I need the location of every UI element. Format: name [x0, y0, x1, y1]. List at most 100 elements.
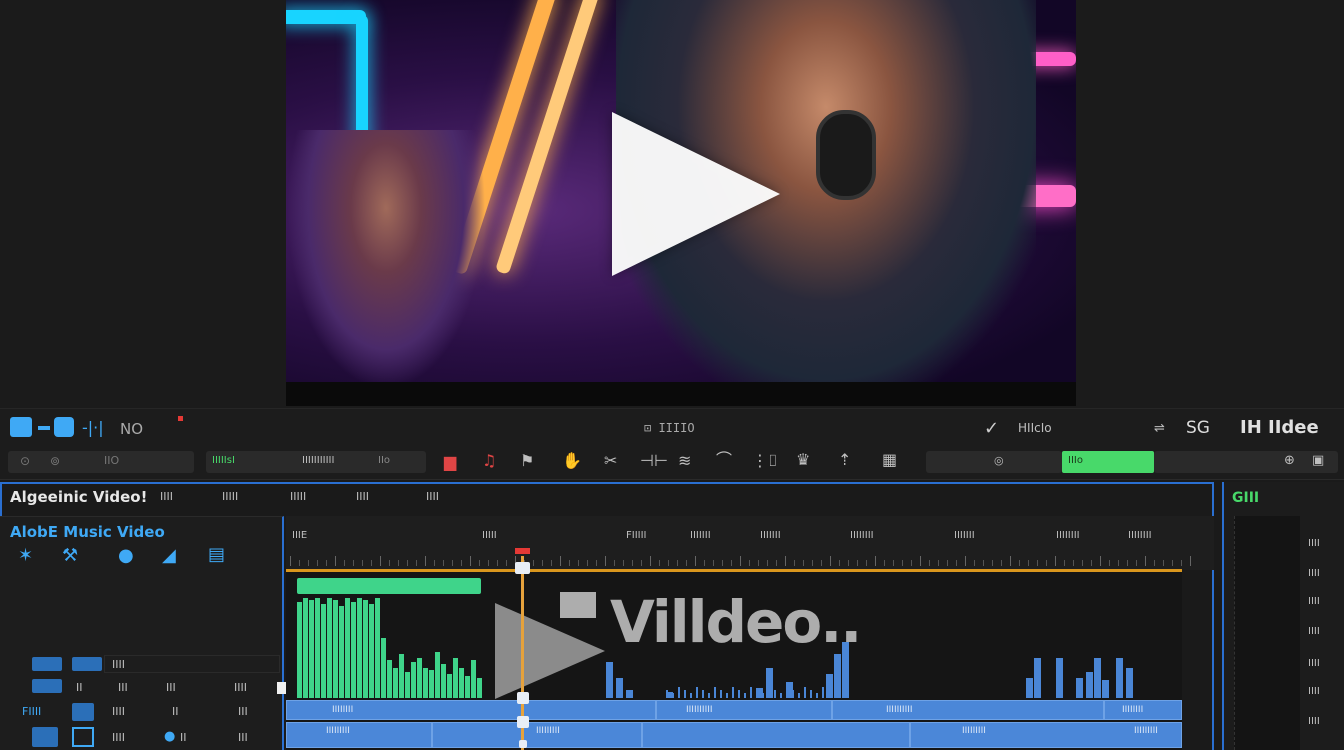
- transport-play-icon[interactable]: [54, 417, 74, 437]
- inspector-item-5[interactable]: IIII: [1308, 658, 1320, 669]
- waveform-bar: [678, 687, 680, 698]
- track-4-button-b[interactable]: [72, 727, 94, 747]
- tab-5[interactable]: IIII: [426, 490, 439, 503]
- video-clip-3[interactable]: [656, 700, 832, 720]
- ruler-tick: [398, 560, 399, 566]
- inspector-item-6[interactable]: IIII: [1308, 686, 1320, 697]
- track-4-button[interactable]: [32, 727, 58, 747]
- track-eye-button[interactable]: [72, 657, 102, 671]
- transport-step-icon[interactable]: -|·|: [82, 420, 104, 436]
- export-label[interactable]: IH IIdee: [1240, 417, 1319, 438]
- ruler-tick: [1028, 560, 1029, 566]
- waveform-bar: [756, 690, 758, 698]
- redo-icon[interactable]: ⊚: [50, 454, 60, 468]
- track-mode-label-3[interactable]: IIo: [378, 455, 390, 466]
- waveform-bar: [744, 693, 746, 698]
- ruler-tick: [713, 560, 714, 566]
- ruler-tick: [605, 556, 606, 566]
- track-row-3-v1: IIII: [112, 705, 125, 718]
- camera-icon[interactable]: ▆: [444, 454, 456, 470]
- waveform-bar: [345, 598, 350, 698]
- audio-clip-3[interactable]: [642, 722, 910, 748]
- eye-icon[interactable]: ◢: [162, 547, 176, 565]
- waveform-bar: [453, 658, 458, 698]
- ruler-tick: [776, 560, 777, 566]
- tool-item-iio[interactable]: IIO: [104, 454, 119, 467]
- arrow-up-icon[interactable]: ⇡: [838, 452, 851, 468]
- track-lock-button[interactable]: [32, 657, 62, 671]
- clip-label-3: IIIIIIIIII: [886, 705, 913, 715]
- waveform-bar: [309, 600, 314, 698]
- ruler-tick: [830, 556, 831, 566]
- inspector-item-3[interactable]: IIII: [1308, 596, 1320, 607]
- ruler-tick: [1190, 556, 1191, 566]
- transport-stop-icon[interactable]: [10, 417, 32, 437]
- track-3-button[interactable]: [72, 703, 94, 721]
- video-clip-2[interactable]: [522, 700, 656, 720]
- split-icon[interactable]: ⊣⊢: [640, 453, 668, 469]
- tool-label-1: HIIcIo: [1018, 421, 1052, 435]
- circle-icon[interactable]: ●: [118, 547, 134, 565]
- waveform-bar: [339, 606, 344, 698]
- hand-icon[interactable]: ✋: [562, 453, 582, 469]
- ruler-tick: [452, 560, 453, 566]
- hammer-icon[interactable]: ⚒: [62, 547, 78, 565]
- track-row-4-v2: II: [180, 731, 187, 744]
- flag-icon[interactable]: ⚑: [520, 453, 534, 469]
- waveform-bar: [1026, 678, 1033, 698]
- marker-icon[interactable]: ⋮⌷: [752, 453, 778, 469]
- undo-icon[interactable]: ⊙: [20, 454, 30, 468]
- playhead-marker-icon[interactable]: [515, 548, 530, 554]
- waveform-bar: [399, 654, 404, 698]
- ruler-tick: [317, 560, 318, 566]
- video-clip-4[interactable]: [832, 700, 1104, 720]
- ruler-tick: [587, 560, 588, 566]
- ruler-tick: [677, 560, 678, 566]
- track-row-4-v3: III: [238, 731, 248, 744]
- scrubber-dot-icon[interactable]: ◎: [994, 454, 1004, 467]
- tab-1[interactable]: IIII: [160, 490, 173, 503]
- playhead-handle-top[interactable]: [515, 562, 530, 574]
- tab-2[interactable]: IIIII: [222, 490, 238, 503]
- waveform-icon[interactable]: ≋: [678, 453, 691, 469]
- checkmark-icon[interactable]: ✓: [984, 418, 999, 439]
- video-clip-1[interactable]: [286, 700, 522, 720]
- track-mode-label-2[interactable]: IIIIIIIIIII: [302, 455, 334, 466]
- link-icon[interactable]: ⇌: [1154, 421, 1165, 436]
- waveform-bar: [792, 690, 794, 698]
- ruler-tick: [542, 560, 543, 566]
- tab-3[interactable]: IIIII: [290, 490, 306, 503]
- inspector-item-7[interactable]: IIII: [1308, 716, 1320, 727]
- track-row-4-dot[interactable]: ●: [164, 729, 175, 744]
- playhead-handle-mid[interactable]: [517, 692, 529, 704]
- grid-icon[interactable]: ▦: [882, 452, 897, 468]
- playhead-handle-bottom[interactable]: [517, 716, 529, 728]
- inspector-item-4[interactable]: IIII: [1308, 626, 1320, 637]
- curve-icon[interactable]: ⌒: [716, 452, 732, 468]
- ruler-label-4: IIIIIII: [690, 530, 711, 541]
- ruler-tick: [1037, 560, 1038, 566]
- crown-icon[interactable]: ♛: [796, 452, 810, 468]
- playhead-handle-end[interactable]: [519, 740, 527, 748]
- tab-4[interactable]: IIII: [356, 490, 369, 503]
- track-2-button[interactable]: [32, 679, 62, 693]
- track-mode-label[interactable]: IIIIIsI: [212, 455, 235, 466]
- track-row-1-field[interactable]: [104, 655, 280, 673]
- settings-icon[interactable]: ▣: [1312, 453, 1324, 468]
- ruler-tick: [434, 560, 435, 566]
- audio-clip-1[interactable]: [286, 722, 432, 748]
- waveform-bar: [369, 604, 374, 698]
- project-panel: AlobE Music Video ✶ ⚒ ● ◢ ▤ IIII II III …: [0, 516, 284, 750]
- star-icon[interactable]: ✶: [18, 547, 33, 565]
- play-icon[interactable]: [612, 112, 780, 276]
- neon-light-orange-2: [494, 0, 602, 275]
- chart-icon[interactable]: ▤: [208, 546, 225, 564]
- inspector-item-1[interactable]: IIII: [1308, 538, 1320, 549]
- cut-icon[interactable]: ✂: [604, 453, 617, 469]
- ruler-tick: [479, 560, 480, 566]
- transport-dash-icon[interactable]: [38, 426, 50, 430]
- inspector-item-2[interactable]: IIII: [1308, 568, 1320, 579]
- audio-clip-header[interactable]: [297, 578, 481, 594]
- music-icon[interactable]: ♫: [482, 453, 496, 469]
- zoom-icon[interactable]: ⊕: [1284, 453, 1295, 468]
